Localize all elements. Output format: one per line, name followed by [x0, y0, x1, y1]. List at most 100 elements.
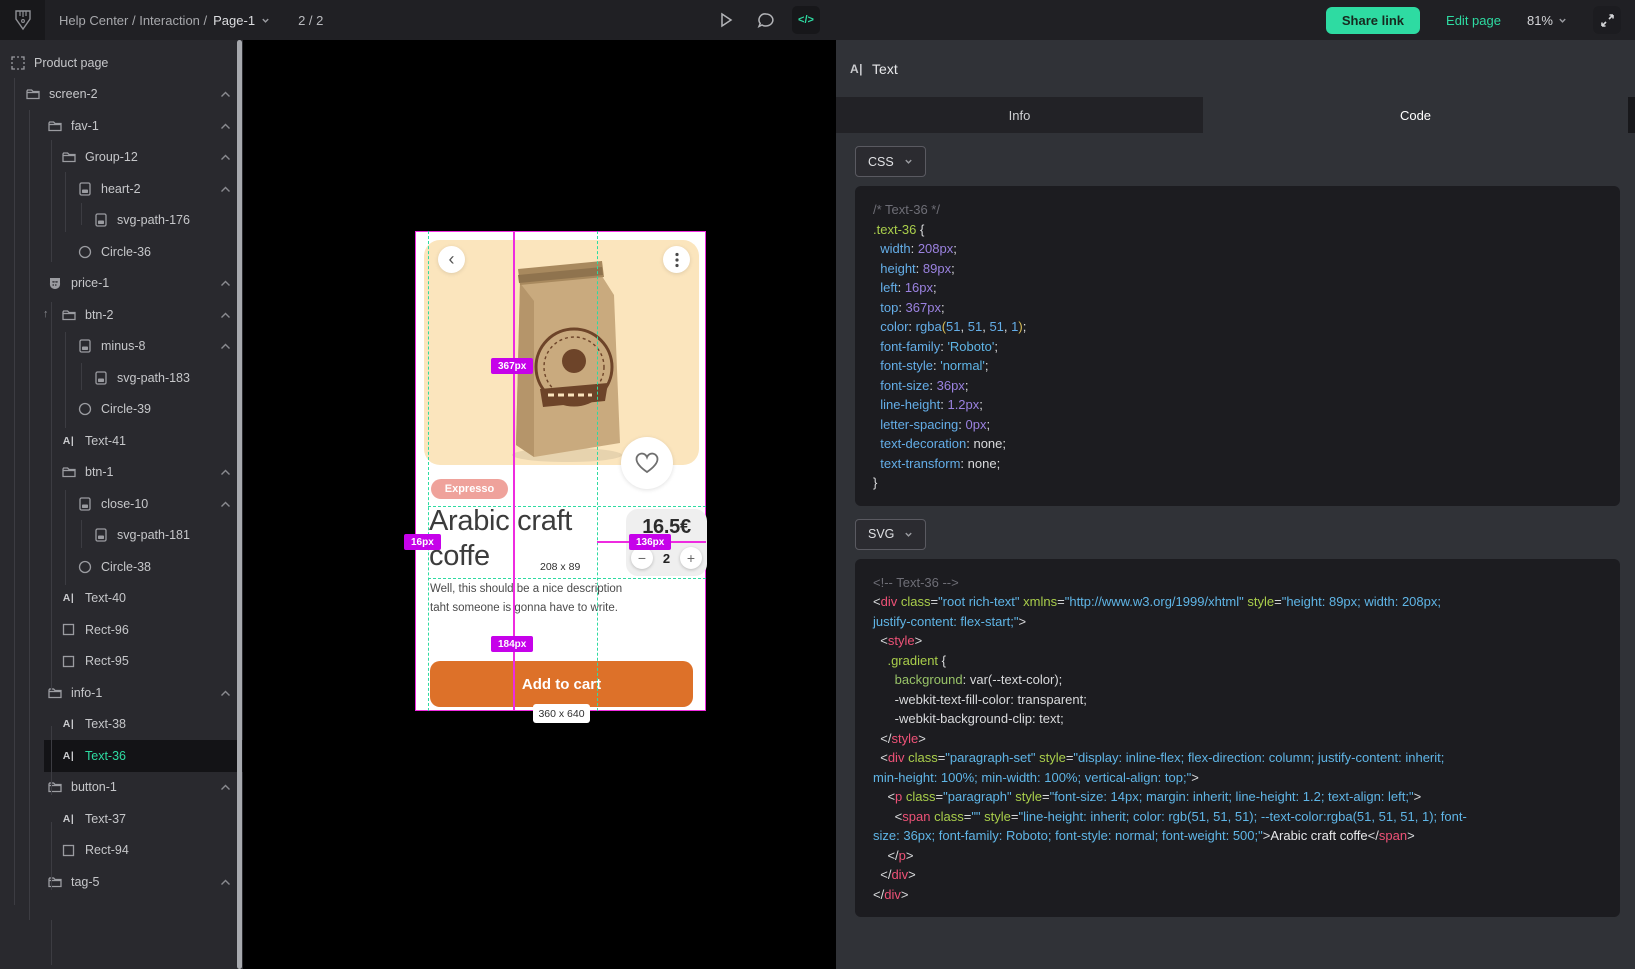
layer-row-heart-2[interactable]: heart-2 [0, 173, 243, 205]
chevron-up-icon[interactable] [220, 339, 231, 353]
layer-label: Group-12 [85, 150, 138, 164]
chevron-up-icon[interactable] [220, 686, 231, 700]
text-icon: A| [61, 748, 76, 763]
code-line: line-height: 1.2px; [873, 395, 1620, 415]
layer-row-svg-path-183[interactable]: svg-path-183 [0, 362, 243, 394]
sidebar-scrollbar[interactable] [237, 40, 242, 969]
folder-icon [61, 307, 76, 322]
layer-label: info-1 [71, 686, 102, 700]
tab-code[interactable]: Code [1203, 97, 1628, 133]
design-canvas[interactable]: ‹ Expresso Arabic craft coffe 16.5€ − 2 … [243, 40, 836, 969]
layer-row-rect-96[interactable]: Rect-96 [0, 614, 243, 646]
favorite-button[interactable] [621, 437, 673, 489]
share-link-button[interactable]: Share link [1326, 7, 1420, 34]
category-tag[interactable]: Expresso [431, 479, 508, 499]
layer-label: btn-2 [85, 308, 114, 322]
layer-label: Circle-36 [101, 245, 151, 259]
tab-info[interactable]: Info [836, 97, 1203, 133]
layer-tree: Product pagescreen-2fav-1 Group-12 heart-2… [0, 40, 243, 898]
layer-row-text-41[interactable]: A| Text-41 [0, 425, 243, 457]
measure-label-top: 367px [491, 358, 533, 374]
tree-guide [51, 302, 52, 690]
chevron-up-icon[interactable] [220, 465, 231, 479]
chevron-up-icon[interactable] [220, 150, 231, 164]
comments-button[interactable] [752, 6, 780, 34]
svg-code-block: <!-- Text-36 --><div class="root rich-te… [855, 559, 1620, 918]
layer-label: Rect-95 [85, 654, 129, 668]
layer-row-screen-2[interactable]: screen-2 [0, 79, 243, 111]
layer-row-close-10[interactable]: close-10 [0, 488, 243, 520]
layer-row-text-37[interactable]: A|Text-37 [0, 803, 243, 835]
app-window: Help Center / Interaction / Page-1 2 / 2… [0, 0, 1635, 969]
layer-row-info-1[interactable]: info-1 [0, 677, 243, 709]
chevron-up-icon[interactable] [220, 497, 231, 511]
chevron-up-icon[interactable] [220, 276, 231, 290]
code-line: left: 16px; [873, 278, 1620, 298]
page-counter: 2 / 2 [298, 13, 323, 28]
layer-row-tag-5[interactable]: tag-5 [0, 866, 243, 898]
layer-row-group-12[interactable]: Group-12 [0, 142, 243, 174]
circle-icon [77, 244, 92, 259]
code-view-button[interactable]: </> [792, 6, 820, 34]
increment-button[interactable]: + [680, 547, 702, 569]
layer-row-rect-95[interactable]: Rect-95 [0, 646, 243, 678]
breadcrumb-page: Page-1 [213, 13, 255, 28]
layer-label: price-1 [71, 276, 109, 290]
layer-row-text-36[interactable]: A|Text-36 [0, 740, 243, 772]
layer-row-minus-8[interactable]: minus-8 [0, 331, 243, 363]
text-icon: A| [61, 433, 76, 448]
layer-row-btn-2[interactable]: btn-2 [0, 299, 243, 331]
tree-guide [81, 363, 82, 390]
code-line: width: 208px; [873, 239, 1620, 259]
add-to-cart-button[interactable]: Add to cart [430, 661, 693, 707]
product-title[interactable]: Arabic craft coffe [429, 504, 614, 574]
chevron-up-icon[interactable] [220, 308, 231, 322]
chevron-up-icon[interactable] [220, 182, 231, 196]
play-button[interactable] [712, 6, 740, 34]
chevron-up-icon[interactable] [220, 780, 231, 794]
code-line: letter-spacing: 0px; [873, 415, 1620, 435]
measure-label-right: 136px [629, 534, 671, 550]
quantity-value: 2 [663, 551, 670, 566]
code-line: text-transform: none; [873, 454, 1620, 474]
layer-row-rect-94[interactable]: Rect-94 [0, 835, 243, 867]
play-icon [719, 12, 733, 28]
more-options-button[interactable] [663, 246, 690, 273]
app-logo[interactable] [0, 0, 45, 40]
edit-page-link[interactable]: Edit page [1446, 13, 1501, 28]
fullscreen-button[interactable] [1593, 6, 1621, 34]
layer-row-fav-1[interactable]: fav-1 [0, 110, 243, 142]
code-line: font-size: 36px; [873, 376, 1620, 396]
decrement-button[interactable]: − [631, 547, 653, 569]
panel-scrollbar-gutter[interactable] [1628, 97, 1635, 133]
product-image-area[interactable] [424, 240, 699, 465]
layer-row-circle-39[interactable]: Circle-39 [0, 394, 243, 426]
guide-horizontal-top [428, 506, 706, 507]
layer-row-circle-38[interactable]: Circle-38 [0, 551, 243, 583]
product-screen-frame[interactable]: ‹ Expresso Arabic craft coffe 16.5€ − 2 … [415, 231, 706, 711]
layer-row-text-40[interactable]: A|Text-40 [0, 583, 243, 615]
chevron-up-icon[interactable] [220, 875, 231, 889]
code-line: .text-36 { [873, 220, 1620, 240]
layer-row-price-1[interactable]: price-1 [0, 268, 243, 300]
chevron-up-icon[interactable] [220, 119, 231, 133]
layer-row-svg-path-176[interactable]: svg-path-176 [0, 205, 243, 237]
breadcrumb[interactable]: Help Center / Interaction / Page-1 [59, 13, 270, 28]
layer-row-text-38[interactable]: A|Text-38 [0, 709, 243, 741]
layer-label: button-1 [71, 780, 117, 794]
back-button[interactable]: ‹ [438, 246, 465, 273]
layer-row-svg-path-181[interactable]: svg-path-181 [0, 520, 243, 552]
layer-row-button-1[interactable]: button-1 [0, 772, 243, 804]
folder-icon [47, 118, 62, 133]
layer-label: svg-path-181 [117, 528, 190, 542]
mask-icon [47, 276, 62, 291]
layer-row-circle-36[interactable]: Circle-36 [0, 236, 243, 268]
zoom-level-dropdown[interactable]: 81% [1527, 13, 1567, 28]
layer-label: Text-41 [85, 434, 126, 448]
css-format-select[interactable]: CSS [855, 146, 926, 177]
chevron-up-icon[interactable] [220, 87, 231, 101]
layer-row-product page[interactable]: Product page [0, 47, 243, 79]
svg-format-select[interactable]: SVG [855, 519, 926, 550]
tree-guide [51, 920, 52, 965]
layer-row-btn-1[interactable]: btn-1 [0, 457, 243, 489]
